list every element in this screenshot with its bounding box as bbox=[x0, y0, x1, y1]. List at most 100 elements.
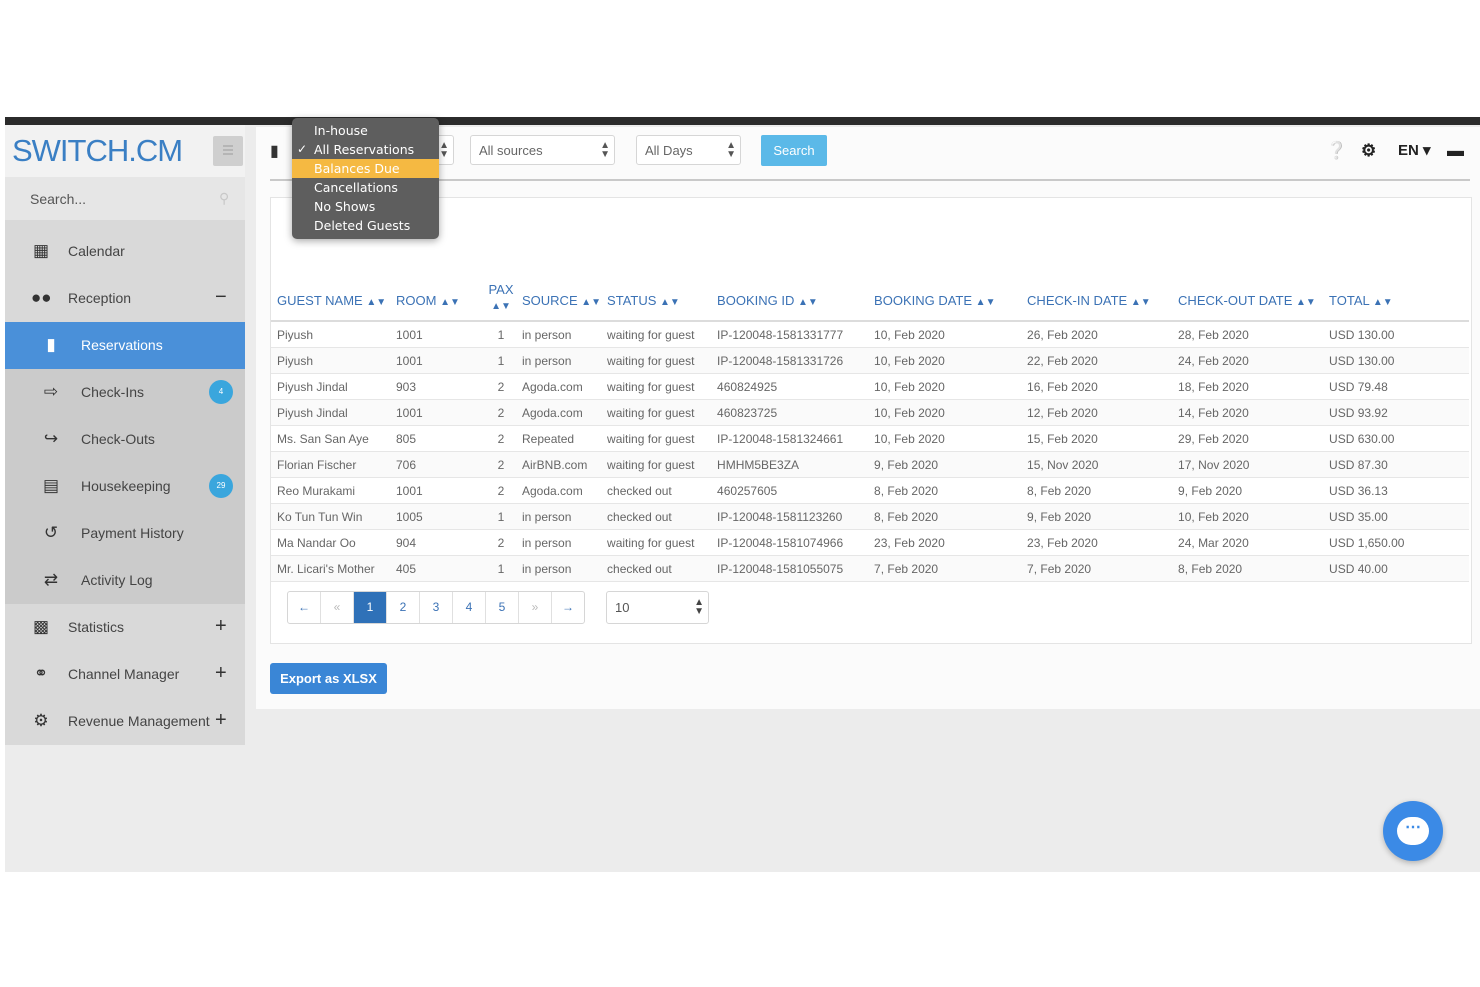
page-button-2[interactable]: 2 bbox=[387, 592, 420, 623]
chat-comments-icon[interactable]: ▬ bbox=[1447, 141, 1464, 161]
table-cell: Ms. San San Aye bbox=[271, 425, 390, 452]
column-header-status[interactable]: STATUS ▲▼ bbox=[601, 266, 712, 322]
table-cell: 2 bbox=[480, 477, 516, 504]
sidebar-item-channel-manager[interactable]: ⚭ Channel Manager + bbox=[5, 651, 245, 698]
collapse-toggle-icon[interactable]: − bbox=[215, 286, 227, 309]
table-cell: IP-120048-1581331726 bbox=[711, 347, 869, 374]
column-header-check-in-date[interactable]: CHECK-IN DATE ▲▼ bbox=[1021, 266, 1173, 322]
table-cell: 1001 bbox=[390, 347, 480, 374]
page-button-3[interactable]: 3 bbox=[420, 592, 453, 623]
table-cell: 15, Nov 2020 bbox=[1021, 451, 1173, 478]
sidebar-item-reception[interactable]: ●● Reception − bbox=[5, 275, 245, 322]
live-chat-button[interactable]: ⋯ bbox=[1383, 801, 1443, 861]
column-header-source[interactable]: SOURCE ▲▼ bbox=[516, 266, 602, 322]
language-selector[interactable]: EN ▾ bbox=[1398, 141, 1431, 159]
dropdown-option-in-house[interactable]: In-house bbox=[292, 121, 439, 140]
search-button[interactable]: Search bbox=[761, 135, 827, 166]
sort-icon: ▲▼ bbox=[660, 297, 680, 308]
sidebar-item-calendar[interactable]: ▦ Calendar bbox=[5, 228, 245, 275]
check-ins-count-badge: 4 bbox=[209, 380, 233, 404]
sidebar-search-input[interactable]: Search... ⚲ bbox=[5, 177, 245, 220]
table-cell: IP-120048-1581324661 bbox=[711, 425, 869, 452]
first-page-button[interactable]: « bbox=[321, 592, 354, 623]
app-logo[interactable]: SWITCH.CM bbox=[12, 133, 183, 169]
dropdown-option-no-shows[interactable]: No Shows bbox=[292, 197, 439, 216]
table-cell: 9, Feb 2020 bbox=[868, 451, 1022, 478]
sidebar-item-reservations[interactable]: ▮ Reservations bbox=[5, 322, 245, 369]
sidebar-item-label: Housekeeping bbox=[81, 478, 171, 494]
dropdown-option-cancellations[interactable]: Cancellations bbox=[292, 178, 439, 197]
table-row[interactable]: Ma Nandar Oo 904 2 in person waiting for gue… bbox=[271, 529, 1469, 556]
table-row[interactable]: Florian Fischer 706 2 AirBNB.com waiting for… bbox=[271, 451, 1469, 478]
sidebar-item-statistics[interactable]: ▩ Statistics + bbox=[5, 604, 245, 651]
table-row[interactable]: Ko Tun Tun Win 1005 1 in person checked out I… bbox=[271, 503, 1469, 530]
table-row[interactable]: Piyush Jindal 903 2 Agoda.com waiting for gu… bbox=[271, 373, 1469, 400]
sidebar-item-activity-log[interactable]: ⇄ Activity Log bbox=[5, 557, 245, 604]
expand-toggle-icon[interactable]: + bbox=[215, 662, 227, 685]
table-row[interactable]: Piyush 1001 1 in person waiting for guest IP-… bbox=[271, 321, 1469, 348]
sidebar-item-housekeeping[interactable]: ▤ Housekeeping 29 bbox=[5, 463, 245, 510]
sidebar-item-check-outs[interactable]: ↪ Check-Outs bbox=[5, 416, 245, 463]
next-page-button[interactable]: → bbox=[552, 592, 584, 623]
table-row[interactable]: Piyush 1001 1 in person waiting for guest IP-… bbox=[271, 347, 1469, 374]
sort-icon: ▲▼ bbox=[797, 297, 818, 308]
table-row[interactable]: Reo Murakami 1001 2 Agoda.com checked out 460… bbox=[271, 477, 1469, 504]
last-page-button[interactable]: » bbox=[519, 592, 552, 623]
per-page-select[interactable]: 10 ▲ ▼ bbox=[606, 591, 709, 624]
column-header-guest-name[interactable]: GUEST NAME ▲▼ bbox=[271, 266, 390, 322]
table-cell: Agoda.com bbox=[516, 399, 602, 426]
dropdown-option-balances-due[interactable]: Balances Due bbox=[292, 159, 439, 178]
page-button-4[interactable]: 4 bbox=[453, 592, 486, 623]
prev-page-button[interactable]: ← bbox=[288, 592, 321, 623]
menu-toggle-button[interactable] bbox=[213, 136, 243, 166]
days-select[interactable]: All Days ▲ ▼ bbox=[636, 135, 741, 165]
column-header-room[interactable]: ROOM ▲▼ bbox=[390, 266, 480, 322]
sidebar-item-label: Statistics bbox=[68, 619, 125, 635]
page-button-1[interactable]: 1 bbox=[354, 592, 387, 623]
sources-select[interactable]: All sources ▲ ▼ bbox=[470, 135, 615, 165]
table-cell: 7, Feb 2020 bbox=[868, 555, 1022, 582]
sidebar-item-label: Reception bbox=[68, 290, 132, 306]
table-cell: 1001 bbox=[390, 399, 480, 426]
table-cell: USD 79.48 bbox=[1323, 373, 1469, 400]
table-cell: in person bbox=[516, 321, 602, 348]
settings-gears-icon[interactable]: ⚙ bbox=[1361, 141, 1376, 161]
table-row[interactable]: Piyush Jindal 1001 2 Agoda.com waiting for g… bbox=[271, 399, 1469, 426]
table-cell: Ma Nandar Oo bbox=[271, 529, 390, 556]
column-header-total[interactable]: TOTAL ▲▼ bbox=[1323, 266, 1469, 322]
table-cell: 8, Feb 2020 bbox=[1021, 477, 1173, 504]
sidebar-item-payment-history[interactable]: ↺ Payment History bbox=[5, 510, 245, 557]
help-icon[interactable]: ❔ bbox=[1326, 141, 1347, 161]
table-cell: 28, Feb 2020 bbox=[1172, 321, 1324, 348]
table-cell: 8, Feb 2020 bbox=[868, 477, 1022, 504]
expand-toggle-icon[interactable]: + bbox=[215, 709, 227, 732]
dropdown-option-deleted-guests[interactable]: Deleted Guests bbox=[292, 216, 439, 235]
sidebar-item-revenue-management[interactable]: ⚙ Revenue Management + bbox=[5, 698, 245, 745]
column-header-pax[interactable]: PAX ▲▼ bbox=[480, 266, 516, 322]
table-cell: Ko Tun Tun Win bbox=[271, 503, 390, 530]
column-header-booking-id[interactable]: BOOKING ID ▲▼ bbox=[711, 266, 869, 322]
sources-select-value: All sources bbox=[479, 143, 543, 158]
table-cell: IP-120048-1581123260 bbox=[711, 503, 869, 530]
select-arrows-icon: ▲ ▼ bbox=[439, 140, 449, 160]
table-cell: HMHM5BE3ZA bbox=[711, 451, 869, 478]
table-row[interactable]: Ms. San San Aye 805 2 Repeated waiting for g… bbox=[271, 425, 1469, 452]
column-header-check-out-date[interactable]: CHECK-OUT DATE ▲▼ bbox=[1172, 266, 1324, 322]
table-cell: 7, Feb 2020 bbox=[1021, 555, 1173, 582]
expand-toggle-icon[interactable]: + bbox=[215, 615, 227, 638]
language-label: EN bbox=[1398, 142, 1419, 159]
table-cell: 22, Feb 2020 bbox=[1021, 347, 1173, 374]
table-cell: USD 35.00 bbox=[1323, 503, 1469, 530]
table-cell: checked out bbox=[601, 477, 712, 504]
export-xlsx-button[interactable]: Export as XLSX bbox=[270, 663, 387, 694]
table-cell: 1001 bbox=[390, 321, 480, 348]
sidebar-item-check-ins[interactable]: ⇨ Check-Ins 4 bbox=[5, 369, 245, 416]
toolbar-divider bbox=[270, 179, 1470, 181]
app-frame: SWITCH.CM Search... ⚲ ▦ Calendar ●● Rece… bbox=[5, 125, 1480, 872]
page-button-5[interactable]: 5 bbox=[486, 592, 519, 623]
table-row[interactable]: Mr. Licari's Mother 405 1 in person checked … bbox=[271, 555, 1469, 582]
dropdown-option-all-reservations[interactable]: ✓ All Reservations bbox=[292, 140, 439, 159]
table-cell: waiting for guest bbox=[601, 373, 712, 400]
column-header-booking-date[interactable]: BOOKING DATE ▲▼ bbox=[868, 266, 1022, 322]
table-cell: USD 93.92 bbox=[1323, 399, 1469, 426]
